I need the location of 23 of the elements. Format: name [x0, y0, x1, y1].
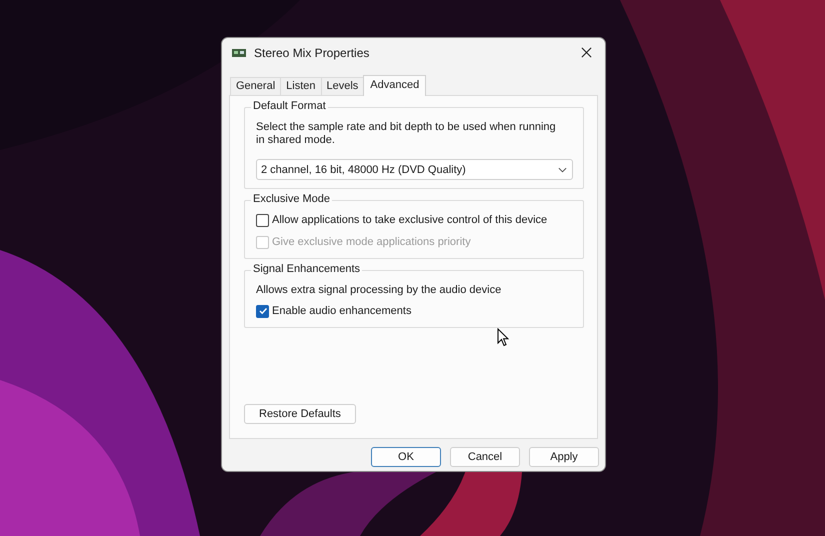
sound-card-icon: [232, 48, 246, 56]
window-title: Stereo Mix Properties: [254, 46, 370, 60]
description-text: Allows extra signal processing by the audio device: [256, 284, 502, 297]
checkmark-icon: [258, 306, 268, 316]
tab[interactable]: Advanced: [363, 75, 426, 96]
mouse-pointer-icon: [497, 328, 509, 347]
dialog-button[interactable]: OK: [371, 447, 441, 467]
checkbox-label: Enable audio enhancements: [272, 305, 412, 317]
checkbox-label: Give exclusive mode applications priority: [272, 236, 471, 248]
chevron-down-icon: [558, 166, 567, 172]
dialog-button[interactable]: Apply: [529, 447, 599, 467]
group-title: Exclusive Mode: [251, 193, 332, 205]
close-icon[interactable]: [581, 47, 592, 58]
checkbox[interactable]: [256, 304, 269, 318]
tab[interactable]: General: [230, 77, 282, 95]
format-dropdown[interactable]: 2 channel, 16 bit, 48000 Hz (DVD Quality): [256, 159, 573, 180]
group-title: Default Format: [251, 100, 328, 112]
restore-defaults-button[interactable]: Restore Defaults: [244, 404, 356, 424]
description-text: Select the sample rate and bit depth to be used when running in shared mode.: [256, 121, 557, 147]
checkbox[interactable]: [256, 214, 269, 226]
group-title: Signal Enhancements: [251, 263, 362, 275]
dialog-button[interactable]: Cancel: [450, 447, 520, 467]
checkbox-label: Allow applications to take exclusive control of this device: [272, 214, 548, 226]
